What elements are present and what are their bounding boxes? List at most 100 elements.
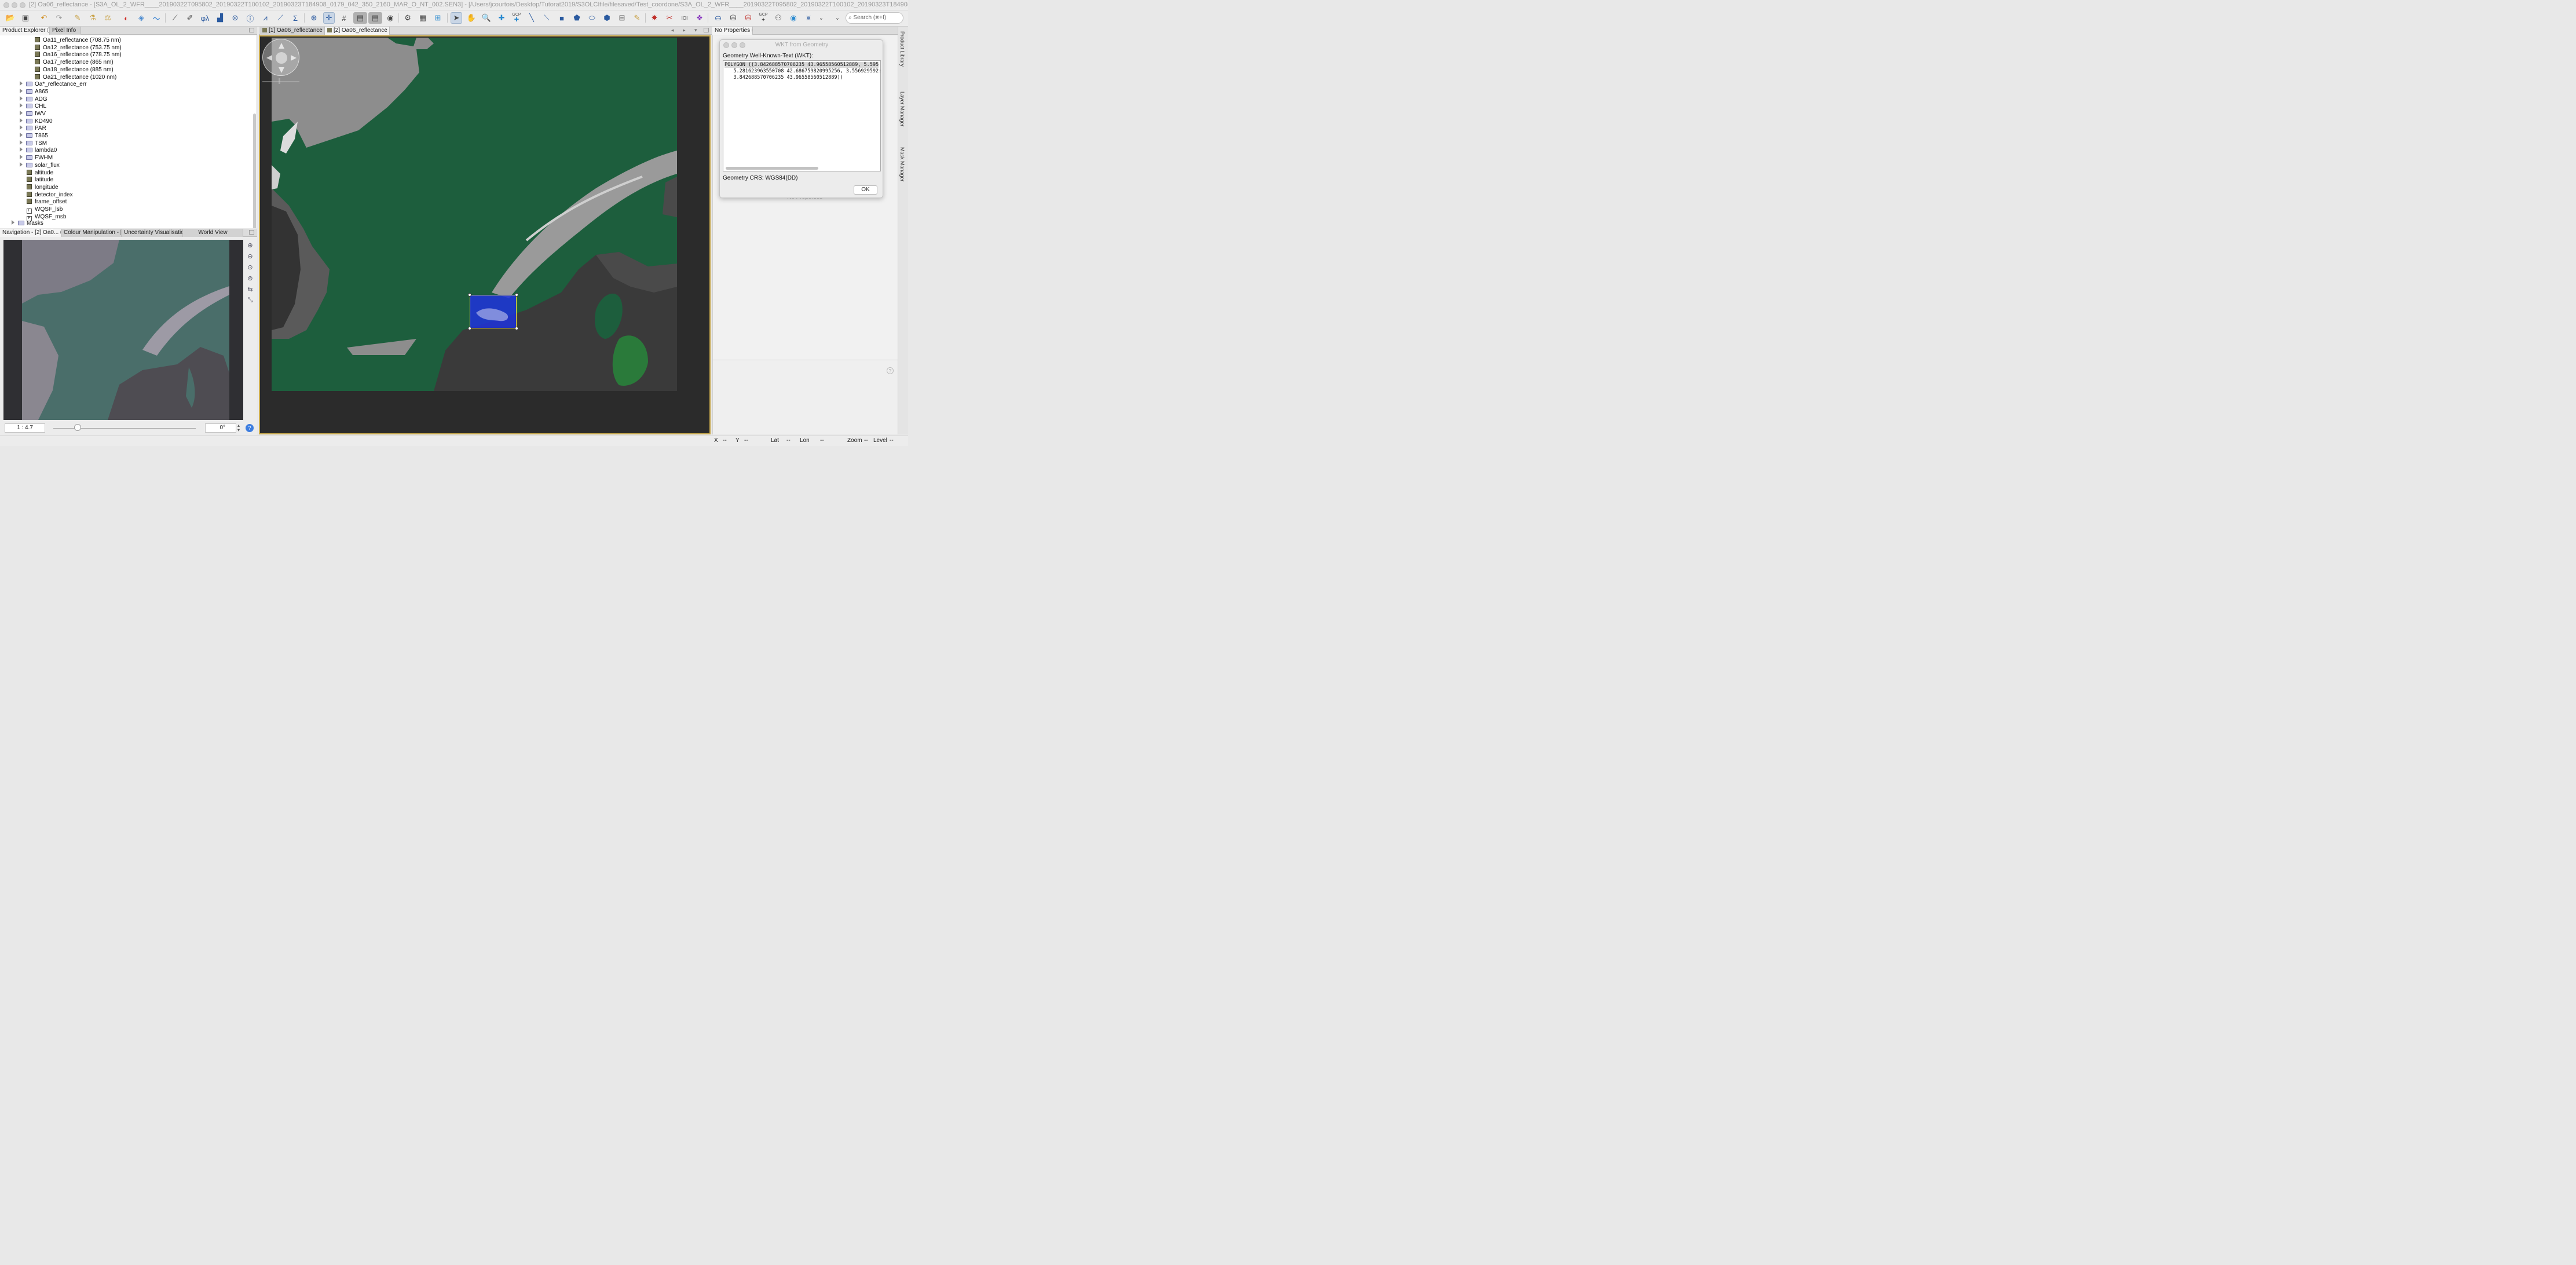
- polygon-tool-icon[interactable]: ⬟: [571, 12, 583, 24]
- redo-icon[interactable]: ↷: [53, 12, 65, 24]
- time-series-icon[interactable]: ⟋: [169, 12, 181, 24]
- tab-no-properties[interactable]: No Properties×: [712, 27, 753, 35]
- overflow-chevron-icon[interactable]: ⌄: [832, 12, 843, 24]
- side-tab-product-library[interactable]: Product Library: [899, 31, 905, 67]
- gcp-tool-icon[interactable]: GCP ✚: [511, 12, 522, 24]
- mask-tool-icon[interactable]: ❖: [694, 12, 705, 24]
- tab-uncertainty-visualisation[interactable]: Uncertainty Visualisatio...: [122, 229, 183, 237]
- expand-arrow-icon[interactable]: [20, 103, 23, 108]
- image-view[interactable]: [259, 35, 711, 434]
- tree-node-band[interactable]: Oa16_reflectance (778.75 nm): [35, 52, 122, 59]
- user-tool-icon[interactable]: ⚇: [773, 12, 784, 24]
- tree-node-flag-band[interactable]: F WQSF_lsb: [27, 206, 63, 214]
- expand-arrow-icon[interactable]: [20, 118, 23, 123]
- expand-arrow-icon[interactable]: [20, 125, 23, 130]
- tree-node-folder[interactable]: lambda0: [20, 147, 57, 155]
- filter-band-icon[interactable]: ⚖: [102, 12, 114, 24]
- more-tools-chevron-icon[interactable]: ⌄: [815, 12, 827, 24]
- statistics-icon[interactable]: ⊚: [229, 12, 241, 24]
- range-finder-icon[interactable]: ⊟: [616, 12, 628, 24]
- pin-edit-icon[interactable]: ✐: [184, 12, 196, 24]
- tree-node-band[interactable]: latitude: [27, 177, 53, 184]
- close-window-button[interactable]: [3, 2, 9, 8]
- maximize-panel-icon[interactable]: [249, 28, 254, 32]
- pan-rotate-control[interactable]: [262, 39, 299, 76]
- merge-icon[interactable]: ⚗: [87, 12, 98, 24]
- navigation-overview-image[interactable]: [3, 240, 243, 420]
- tree-node-folder[interactable]: CHL: [20, 103, 46, 111]
- graph-builder-icon[interactable]: ⚙: [402, 12, 414, 24]
- tree-node-band[interactable]: Oa18_reflectance (885 nm): [35, 67, 114, 74]
- sync-navigation-icon[interactable]: ⇆: [246, 284, 255, 294]
- zoom-pixel-icon[interactable]: ⊙: [246, 262, 255, 272]
- sync-cursor-nav-icon[interactable]: ⤡: [246, 295, 255, 305]
- tree-node-band[interactable]: Oa17_reflectance (865 nm): [35, 59, 114, 67]
- histogram-icon[interactable]: ▟: [214, 12, 226, 24]
- batch-processing-icon[interactable]: ▦: [417, 12, 429, 24]
- tab-product-explorer[interactable]: Product Explorer×: [0, 27, 50, 35]
- search-input[interactable]: ⌕ Search (⌘+I): [846, 12, 903, 24]
- tree-node-folder[interactable]: A865: [20, 89, 48, 96]
- tree-node-folder[interactable]: solar_flux: [20, 162, 60, 170]
- maximize-panel-icon[interactable]: [704, 28, 709, 32]
- chart-tool-icon[interactable]: ⩙: [803, 12, 814, 24]
- expand-arrow-icon[interactable]: [20, 133, 23, 137]
- expand-arrow-icon[interactable]: [20, 155, 23, 159]
- zoom-out-icon[interactable]: ⊖: [246, 251, 255, 261]
- tab-scroll-right-icon[interactable]: ▸: [683, 27, 686, 34]
- select-tool-icon[interactable]: ➤: [451, 12, 462, 24]
- wave-icon[interactable]: 〜: [151, 12, 162, 24]
- side-tab-layer-manager[interactable]: Layer Manager: [899, 92, 905, 127]
- ellipse-tool-icon[interactable]: ⬭: [586, 12, 598, 24]
- landcover-tool-icon[interactable]: ⛁: [727, 12, 739, 24]
- expand-arrow-icon[interactable]: [20, 89, 23, 93]
- rotation-angle-field[interactable]: 0°: [205, 423, 236, 433]
- overlay-2-icon[interactable]: ▤: [368, 12, 382, 24]
- minimize-window-button[interactable]: [12, 2, 17, 8]
- vertical-scrollbar[interactable]: [253, 114, 256, 228]
- color-manipulation-icon[interactable]: ◈: [136, 12, 147, 24]
- zoom-slider-overlay[interactable]: [262, 81, 299, 82]
- gcp-manager-icon[interactable]: GCP ✦: [758, 12, 769, 24]
- tree-node-band[interactable]: frame_offset: [27, 199, 67, 206]
- ok-button[interactable]: OK: [854, 185, 877, 195]
- tree-node-band[interactable]: longitude: [27, 184, 58, 192]
- help-icon[interactable]: ?: [887, 367, 894, 374]
- sync-cursor-icon[interactable]: ✛: [323, 12, 335, 24]
- tab-view-1[interactable]: [1] Oa06_reflectance×: [260, 27, 325, 35]
- pan-tool-icon[interactable]: ✋: [466, 12, 477, 24]
- tree-node-folder[interactable]: Oa*_reflectance_err: [20, 81, 87, 89]
- selected-rectangle-geometry[interactable]: [468, 293, 518, 330]
- expand-arrow-icon[interactable]: [20, 96, 23, 101]
- tab-view-2[interactable]: [2] Oa06_reflectance×: [325, 27, 390, 35]
- graticule-icon[interactable]: #: [338, 12, 350, 24]
- band-maths-icon[interactable]: ✎: [72, 12, 83, 24]
- layer-tool-icon[interactable]: ⛀: [712, 12, 724, 24]
- polyline-tool-icon[interactable]: ⟍: [541, 12, 552, 24]
- zoom-tool-icon[interactable]: 🔍: [481, 12, 492, 24]
- expand-arrow-icon[interactable]: [20, 81, 23, 86]
- tree-node-folder[interactable]: T865: [20, 133, 48, 140]
- maximize-panel-icon[interactable]: [249, 230, 254, 235]
- cross-tool-icon[interactable]: ✂: [664, 12, 675, 24]
- sync-views-icon[interactable]: ⊕: [308, 12, 320, 24]
- tab-colour-manipulation[interactable]: Colour Manipulation - [...: [61, 229, 122, 237]
- star-tool-icon[interactable]: ✸: [649, 12, 660, 24]
- tree-node-folder[interactable]: FWHM: [20, 155, 53, 162]
- expand-arrow-icon[interactable]: [20, 140, 23, 145]
- angle-stepper-icon[interactable]: ▴ ▾: [237, 423, 240, 433]
- tab-list-icon[interactable]: ▾: [694, 27, 697, 34]
- undo-icon[interactable]: ↶: [38, 12, 50, 24]
- expand-arrow-icon[interactable]: [12, 220, 14, 225]
- side-tab-mask-manager[interactable]: Mask Manager: [899, 147, 905, 182]
- information-icon[interactable]: ⓘ: [244, 12, 256, 24]
- tab-navigation[interactable]: Navigation - [2] Oa0...×: [0, 229, 61, 237]
- pin-tool-icon[interactable]: ✚: [496, 12, 507, 24]
- wkt-textarea[interactable]: POLYGON ((3.842688570706235 43.965585605…: [723, 60, 881, 171]
- magic-wand-icon[interactable]: ⬢: [601, 12, 613, 24]
- close-icon[interactable]: ×: [389, 27, 390, 33]
- line-tool-icon[interactable]: ╲: [526, 12, 537, 24]
- zoom-all-icon[interactable]: ⊚: [246, 273, 255, 283]
- layer-editor-icon[interactable]: ⊞: [432, 12, 444, 24]
- tab-scroll-left-icon[interactable]: ◂: [671, 27, 674, 34]
